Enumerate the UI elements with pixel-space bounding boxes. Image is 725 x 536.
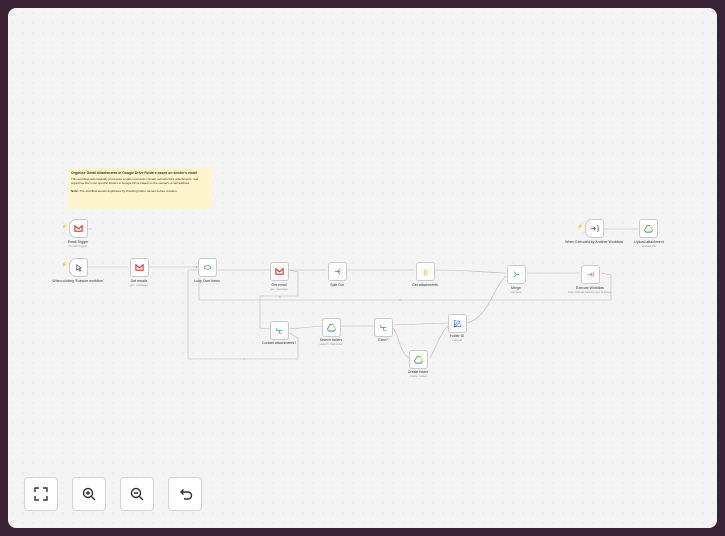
label-workflow-trigger: When Executed by Another Workflow <box>565 240 623 244</box>
loop-icon <box>203 265 212 270</box>
canvas-controls <box>24 477 202 511</box>
node-folder-id[interactable] <box>448 314 467 333</box>
node-split-out[interactable] <box>328 262 347 281</box>
sub-email-trigger: Gmail Trigger <box>68 244 87 248</box>
zoom-in-icon <box>82 487 96 501</box>
code-icon: {} <box>423 269 427 276</box>
edge-exist-folderid <box>392 322 449 326</box>
label-split-out: Split Out <box>330 283 344 287</box>
node-search-folders[interactable] <box>322 318 341 337</box>
label-loop: Loop Over Items <box>194 279 220 283</box>
gmail-icon <box>135 263 144 271</box>
node-get-emails[interactable] <box>130 258 149 277</box>
undo-icon <box>180 489 193 500</box>
zoom-out-icon <box>130 487 144 501</box>
fit-view-icon <box>34 487 48 501</box>
if-icon <box>380 324 387 331</box>
sub-upload-attachment: upload: file <box>641 244 657 248</box>
google-drive-icon <box>327 323 336 332</box>
edge-create-folderid <box>429 325 449 359</box>
sub-merge: combine <box>510 290 522 294</box>
zoom-in-button[interactable] <box>72 477 106 511</box>
google-drive-icon <box>644 224 653 233</box>
google-drive-icon <box>414 355 423 364</box>
label-get-attachments: Get attachments <box>412 283 438 287</box>
node-merge[interactable] <box>507 265 526 284</box>
gmail-icon <box>275 267 284 275</box>
node-create-folder[interactable] <box>409 350 428 369</box>
edit-fields-icon <box>454 320 461 327</box>
workflow-canvas[interactable]: Organise Gmail Attachments in Google Dri… <box>8 8 717 528</box>
node-workflow-trigger[interactable] <box>585 219 604 238</box>
label-contain-attachments: Contain attachments? <box>261 341 297 345</box>
gmail-icon <box>74 224 83 232</box>
sub-get-email: get: message <box>269 287 288 291</box>
edge-folderid-merge <box>466 275 507 324</box>
fit-view-button[interactable] <box>24 477 58 511</box>
sub-folder-id: manual <box>452 338 462 342</box>
sub-create-folder: create: folder <box>409 374 427 378</box>
trigger-bolt-icon: ⚡ <box>61 224 68 230</box>
sub-search-folders: search: fileFolder <box>319 342 343 346</box>
node-loop-over-items[interactable] <box>198 258 217 277</box>
manual-trigger-icon <box>76 264 83 272</box>
node-execute-workflow[interactable] <box>581 265 600 284</box>
zoom-out-button[interactable] <box>120 477 154 511</box>
node-manual-trigger[interactable] <box>69 258 88 277</box>
edge-contain-search <box>288 325 323 330</box>
label-manual-trigger: When clicking 'Execute workflow' <box>52 279 104 283</box>
connections <box>88 228 639 360</box>
if-icon <box>276 327 283 334</box>
trigger-bolt-icon: ⚡ <box>577 224 584 230</box>
reset-zoom-button[interactable] <box>168 477 202 511</box>
edge-getatt-merge <box>434 269 507 274</box>
node-get-email[interactable] <box>270 262 289 281</box>
trigger-bolt-icon: ⚡ <box>61 262 68 268</box>
execute-workflow-icon <box>587 271 594 278</box>
merge-icon <box>513 271 520 278</box>
sub-execute-workflow: Call 'Upload attachment to Drive' <box>568 290 612 294</box>
split-out-icon <box>334 268 341 275</box>
edge-exist-create <box>392 327 410 359</box>
node-email-trigger[interactable] <box>69 219 88 238</box>
sub-get-emails: get: message <box>129 283 148 287</box>
node-upload-attachment[interactable] <box>639 219 658 238</box>
node-exist[interactable] <box>374 318 393 337</box>
node-get-attachments[interactable]: {} <box>416 262 435 281</box>
node-contain-attachments[interactable] <box>270 321 289 340</box>
workflow-trigger-icon <box>590 225 599 232</box>
label-exist: Exist? <box>378 338 388 342</box>
svg-text:{}: {} <box>423 269 427 276</box>
